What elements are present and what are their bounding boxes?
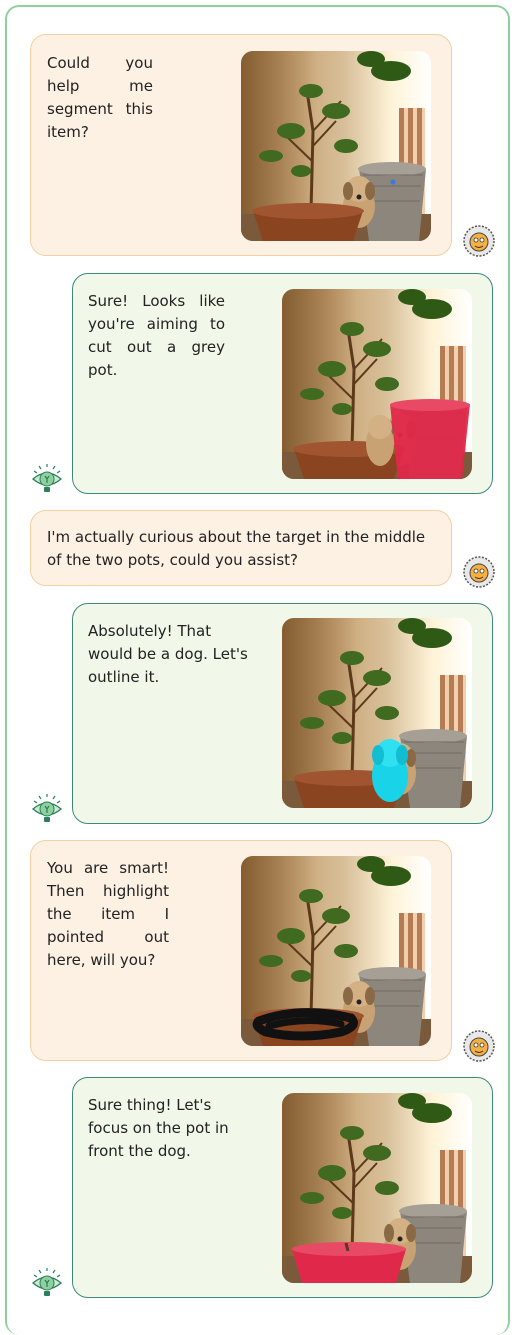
message-image bbox=[282, 618, 472, 808]
message-image bbox=[282, 1093, 472, 1283]
message-text: Absolutely! That would be a dog. Let's o… bbox=[88, 622, 248, 686]
message-text: Sure thing! Let's focus on the pot in fr… bbox=[88, 1096, 229, 1160]
lightbulb-eye-icon bbox=[30, 462, 64, 496]
message-image bbox=[282, 289, 472, 479]
lightbulb-eye-icon bbox=[30, 792, 64, 826]
lightbulb-eye-icon bbox=[30, 1266, 64, 1300]
user-avatar-icon bbox=[462, 555, 496, 589]
message-image bbox=[241, 51, 431, 241]
user-avatar-icon bbox=[462, 224, 496, 258]
segmentation-mask bbox=[390, 404, 470, 479]
message-text: Sure! Looks like you're aiming to cut ou… bbox=[88, 292, 225, 379]
message-text: You are smart! Then highlight the item I… bbox=[47, 859, 169, 969]
message-text: Could you help me segment this item? bbox=[47, 54, 153, 141]
user-avatar-icon bbox=[462, 1029, 496, 1063]
point-marker bbox=[390, 179, 396, 185]
message-text: I'm actually curious about the target in… bbox=[47, 528, 426, 569]
message-image bbox=[241, 856, 431, 1046]
mask-rim bbox=[390, 399, 470, 411]
